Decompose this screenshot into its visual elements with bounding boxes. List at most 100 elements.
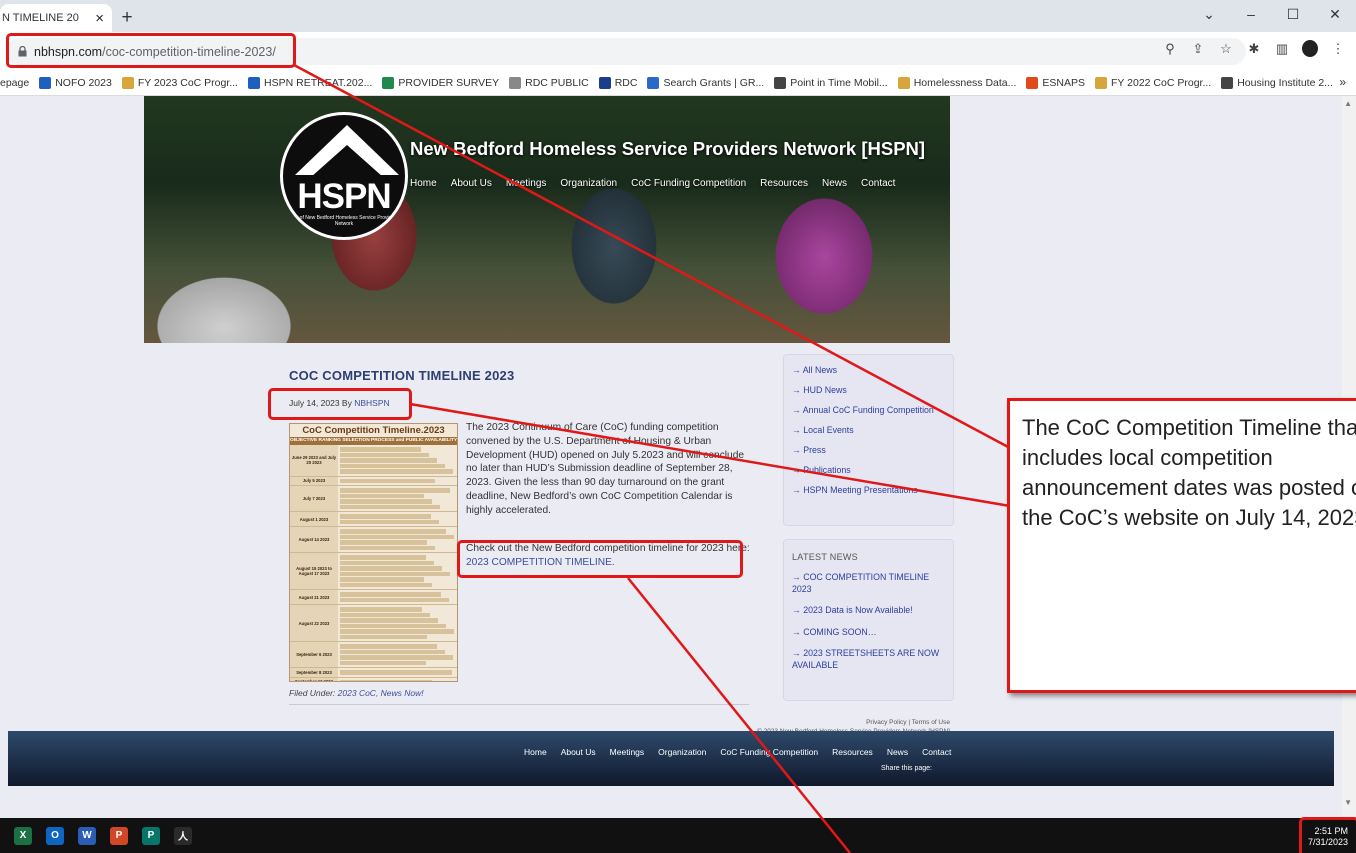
sidebar-link-hspn-meeting-presentations[interactable]: → HSPN Meeting Presentations	[792, 485, 953, 495]
timeline-date: August 15 2023 to August 17 2023	[290, 553, 338, 589]
bookmark-item[interactable]: Point in Time Mobil...	[774, 76, 888, 89]
timeline-date: September 8 2023	[290, 668, 338, 677]
footer-nav-about-us[interactable]: About Us	[561, 747, 596, 757]
bookmark-item[interactable]: Search Grants | GR...	[647, 76, 764, 89]
sidebar-link-press[interactable]: → Press	[792, 445, 953, 455]
sidebar-link-all-news[interactable]: → All News	[792, 365, 953, 375]
latest-news-item[interactable]: → COC COMPETITION TIMELINE 2023	[792, 572, 945, 595]
publisher-icon[interactable]: P	[142, 826, 160, 845]
bookmark-item[interactable]: RDC	[598, 76, 637, 89]
bookmark-icon	[774, 76, 787, 89]
privacy-terms-links[interactable]: Privacy Policy | Terms of Use	[757, 718, 950, 727]
word-icon[interactable]: W	[78, 826, 96, 845]
timeline-description	[338, 605, 457, 641]
extensions-icon[interactable]: ✱	[1246, 41, 1262, 57]
article-title: COC COMPETITION TIMELINE 2023	[289, 368, 515, 383]
footer-nav-news[interactable]: News	[887, 747, 908, 757]
excel-icon[interactable]: X	[14, 826, 32, 845]
hspn-logo[interactable]: HSPN City of New Bedford Homeless Servic…	[280, 112, 408, 240]
footer-nav-resources[interactable]: Resources	[832, 747, 873, 757]
footer-nav-coc-funding-competition[interactable]: CoC Funding Competition	[720, 747, 818, 757]
text-line	[340, 555, 427, 560]
divider	[289, 704, 749, 705]
sidebar-link-annual-coc-funding-competition[interactable]: → Annual CoC Funding Competition	[792, 405, 953, 415]
bookmark-item[interactable]: Housing Institute 2...	[1221, 76, 1333, 89]
timeline-description	[338, 512, 457, 526]
nav-contact[interactable]: Contact	[861, 178, 895, 189]
timeline-date: August 14 2023	[290, 527, 338, 552]
sidebar-link-publications[interactable]: → Publications	[792, 465, 953, 475]
bookmarks-overflow-icon[interactable]: »	[1339, 75, 1346, 89]
text-line	[340, 679, 432, 681]
timeline-row: July 7 2023	[290, 486, 457, 512]
acrobat-icon[interactable]: 人	[174, 826, 192, 845]
bookmark-item[interactable]: FY 2023 CoC Progr...	[121, 76, 238, 89]
nav-organization[interactable]: Organization	[560, 178, 617, 189]
new-tab-button[interactable]: +	[112, 4, 142, 32]
bookmark-label: ESNAPS	[1042, 76, 1086, 89]
zoom-icon[interactable]: ⚲	[1162, 41, 1178, 57]
outlook-icon[interactable]: O	[46, 826, 64, 845]
nav-about-us[interactable]: About Us	[451, 178, 492, 189]
callout-text: The CoC Competition Timeline that includ…	[1022, 415, 1356, 530]
maximize-button[interactable]: ☐	[1272, 0, 1314, 28]
timeline-row: September 8 2023	[290, 668, 457, 678]
browser-tab[interactable]: N TIMELINE 20 ×	[0, 4, 112, 32]
bookmark-item[interactable]: RDC PUBLIC	[509, 76, 589, 89]
text-line	[340, 566, 443, 571]
powerpoint-icon[interactable]: P	[110, 826, 128, 845]
window-controls: ⌄ – ☐ ✕	[1188, 0, 1356, 28]
timeline-row: June 29 2023 and July 20 2023	[290, 445, 457, 477]
bookmark-item[interactable]: epage	[0, 77, 29, 89]
close-tab-icon[interactable]: ×	[95, 10, 104, 27]
menu-icon[interactable]: ⋮	[1330, 41, 1346, 57]
bookmark-item[interactable]: HSPN RETREAT.202...	[248, 76, 373, 89]
bookmark-icon	[248, 76, 261, 89]
nav-coc-funding-competition[interactable]: CoC Funding Competition	[631, 178, 746, 189]
text-line	[340, 519, 439, 524]
bookmark-label: PROVIDER SURVEY	[398, 76, 500, 89]
profile-avatar[interactable]	[1302, 40, 1318, 57]
sidebar-link-hud-news[interactable]: → HUD News	[792, 385, 953, 395]
tab-search-icon[interactable]: ⌄	[1188, 0, 1230, 28]
minimize-button[interactable]: –	[1230, 0, 1272, 28]
text-line	[340, 670, 452, 675]
latest-news-item[interactable]: → COMING SOON…	[792, 627, 945, 639]
footer-nav-meetings[interactable]: Meetings	[610, 747, 645, 757]
nav-meetings[interactable]: Meetings	[506, 178, 547, 189]
toolbar-icons: ⚲ ⇪ ☆ ✱ ▥ ⋮	[1162, 40, 1346, 57]
sidebar-link-local-events[interactable]: → Local Events	[792, 425, 953, 435]
annotation-callout: The CoC Competition Timeline that includ…	[1007, 398, 1356, 693]
sidepanel-icon[interactable]: ▥	[1274, 41, 1290, 57]
bookmark-item[interactable]: NOFO 2023	[39, 76, 112, 89]
bookmark-icon	[382, 76, 395, 89]
bookmark-icon	[39, 76, 52, 89]
footer-nav-home[interactable]: Home	[524, 747, 547, 757]
nav-home[interactable]: Home	[410, 178, 437, 189]
bookmark-item[interactable]: Homelessness Data...	[897, 76, 1016, 89]
text-line	[340, 447, 421, 452]
footer-nav-contact[interactable]: Contact	[922, 747, 951, 757]
latest-news-item[interactable]: → 2023 STREETSHEETS ARE NOW AVAILABLE	[792, 648, 945, 671]
bookmark-item[interactable]: PROVIDER SURVEY	[382, 76, 500, 89]
timeline-description	[338, 527, 457, 552]
site-title[interactable]: New Bedford Homeless Service Providers N…	[410, 138, 925, 160]
bookmark-item[interactable]: FY 2022 CoC Progr...	[1095, 76, 1211, 89]
nav-resources[interactable]: Resources	[760, 178, 808, 189]
category-links[interactable]: 2023 CoC, News Now!	[338, 688, 424, 698]
scroll-down-icon[interactable]: ▼	[1344, 798, 1352, 807]
footer-nav-organization[interactable]: Organization	[658, 747, 706, 757]
timeline-image[interactable]: CoC Competition Timeline.2023 OBJECTIVE …	[289, 423, 458, 682]
scroll-up-icon[interactable]: ▲	[1344, 99, 1352, 108]
latest-news-item[interactable]: → 2023 Data is Now Available!	[792, 605, 945, 617]
bookmarks-bar: epage NOFO 2023 FY 2023 CoC Progr... HSPN R…	[0, 70, 1356, 96]
bookmark-item[interactable]: ESNAPS	[1026, 76, 1086, 89]
share-icon[interactable]: ⇪	[1190, 41, 1206, 57]
footer-nav: Home About Us Meetings Organization CoC Fund…	[524, 747, 951, 757]
text-line	[340, 560, 435, 565]
bookmark-label: HSPN RETREAT.202...	[264, 76, 373, 89]
nav-news[interactable]: News	[822, 178, 847, 189]
article-paragraph: The 2023 Continuum of Care (CoC) funding…	[466, 422, 745, 516]
star-icon[interactable]: ☆	[1218, 41, 1234, 57]
close-window-button[interactable]: ✕	[1314, 0, 1356, 28]
